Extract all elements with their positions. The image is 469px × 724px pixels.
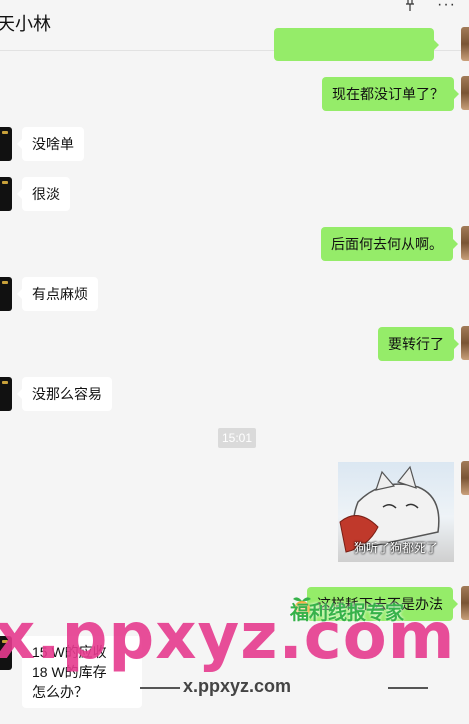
- chat-title: 天小林: [0, 14, 51, 34]
- contact-avatar[interactable]: [0, 127, 12, 161]
- my-avatar[interactable]: [461, 226, 469, 260]
- message-line: 怎么办？: [32, 684, 88, 700]
- watermark-divider: [388, 687, 428, 689]
- watermark-main: x.ppxyz.com: [0, 600, 456, 674]
- timestamp: 15:01: [218, 428, 257, 448]
- message-bubble-incoming[interactable]: 没啥单: [17, 127, 84, 161]
- message-bubble-incoming[interactable]: 没那么容易: [17, 377, 112, 411]
- watermark-sub: x.ppxyz.com: [183, 676, 292, 696]
- message-bubble-outgoing[interactable]: 要转行了: [378, 327, 459, 361]
- my-avatar[interactable]: [461, 76, 469, 110]
- watermark-divider: [140, 687, 180, 689]
- more-icon[interactable]: ···: [437, 0, 456, 14]
- my-avatar[interactable]: [461, 27, 469, 61]
- message-bubble-incoming[interactable]: 很淡: [17, 177, 70, 211]
- message-bubble-outgoing[interactable]: [274, 28, 439, 61]
- sticker-caption: 狗听了狗都死了: [353, 541, 438, 555]
- my-avatar[interactable]: [461, 326, 469, 360]
- sticker-message[interactable]: 狗听了狗都死了: [338, 462, 454, 562]
- contact-avatar[interactable]: [0, 377, 12, 411]
- message-bubble-outgoing[interactable]: 后面何去何从啊。: [321, 227, 458, 261]
- contact-avatar[interactable]: [0, 177, 12, 211]
- contact-avatar[interactable]: [0, 277, 12, 311]
- my-avatar[interactable]: [461, 586, 469, 620]
- my-avatar[interactable]: [461, 461, 469, 495]
- message-bubble-incoming[interactable]: 有点麻烦: [17, 277, 98, 311]
- message-bubble-outgoing[interactable]: 现在都没订单了？: [322, 77, 459, 111]
- pin-icon[interactable]: [404, 0, 416, 12]
